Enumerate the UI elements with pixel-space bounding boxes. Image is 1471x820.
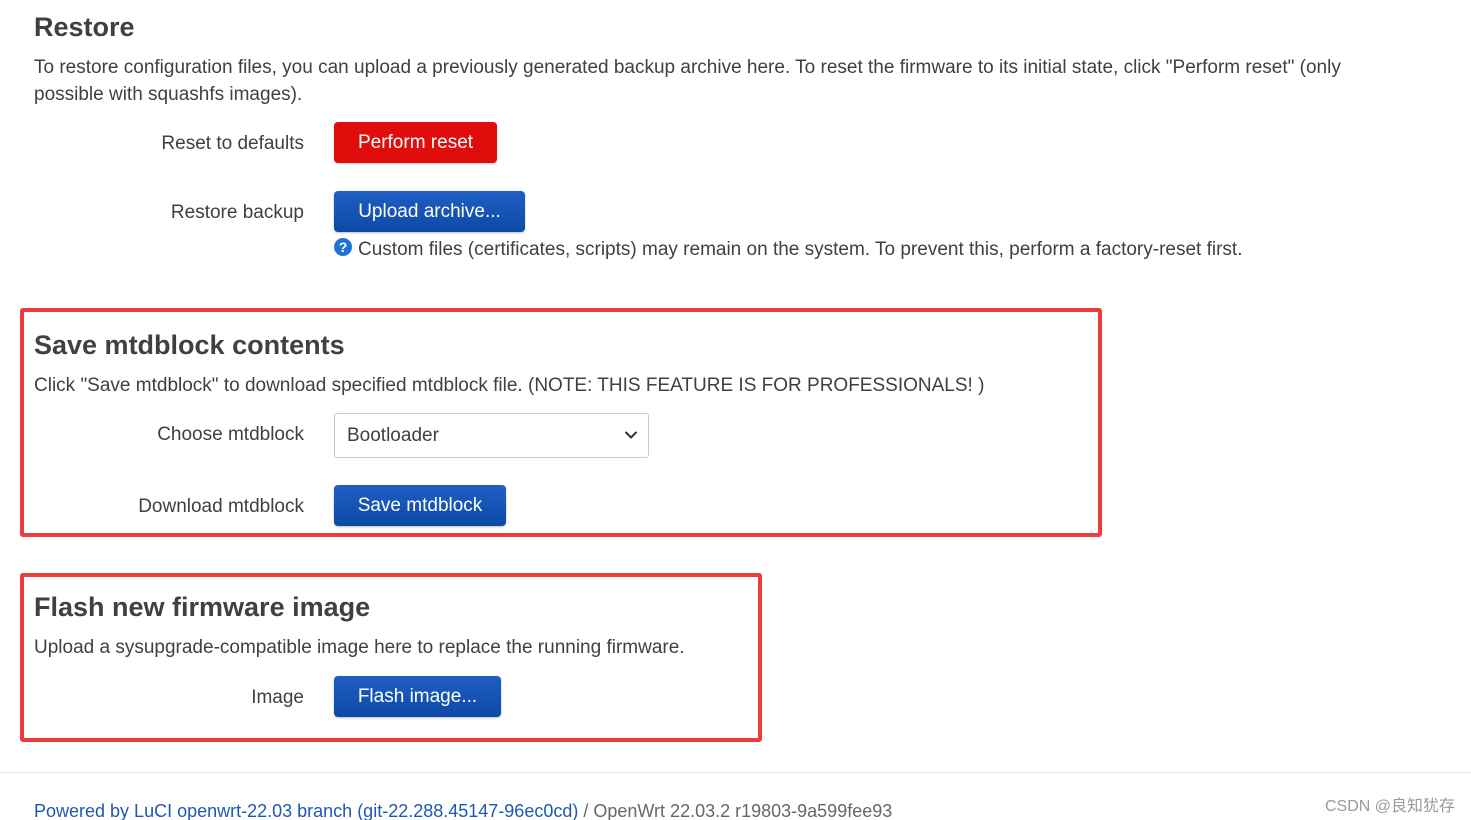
chevron-down-icon bbox=[625, 431, 637, 439]
download-mtdblock-label: Download mtdblock bbox=[138, 496, 304, 517]
openwrt-version: OpenWrt 22.03.2 r19803-9a599fee93 bbox=[593, 801, 893, 820]
luci-link[interactable]: Powered by LuCI openwrt-22.03 branch (gi… bbox=[34, 801, 578, 820]
restore-title: Restore bbox=[34, 12, 135, 42]
footer-separator: / bbox=[578, 801, 594, 820]
flash-title: Flash new firmware image bbox=[34, 592, 371, 622]
upload-archive-button[interactable]: Upload archive... bbox=[334, 191, 525, 232]
save-mtdblock-button[interactable]: Save mtdblock bbox=[334, 485, 506, 526]
csdn-watermark: CSDN @良知犹存 bbox=[1324, 798, 1455, 815]
flash-image-button[interactable]: Flash image... bbox=[334, 676, 501, 717]
perform-reset-button[interactable]: Perform reset bbox=[334, 122, 497, 163]
restore-backup-label: Restore backup bbox=[170, 202, 304, 223]
mtdblock-select[interactable]: Bootloader bbox=[334, 413, 649, 458]
restore-hint-text: Custom files (certificates, scripts) may… bbox=[358, 239, 1243, 260]
choose-mtdblock-label: Choose mtdblock bbox=[157, 424, 304, 445]
page: Restore To restore configuration files, … bbox=[0, 0, 1471, 820]
flash-description: Upload a sysupgrade-compatible image her… bbox=[34, 637, 685, 658]
restore-description: To restore configuration files, you can … bbox=[34, 57, 1341, 105]
mtdblock-description: Click "Save mtdblock" to download specif… bbox=[34, 375, 985, 396]
restore-hint: ? Custom files (certificates, scripts) ma… bbox=[334, 238, 1242, 262]
footer-divider bbox=[0, 772, 1471, 773]
mtdblock-select-value: Bootloader bbox=[347, 425, 439, 446]
mtdblock-title: Save mtdblock contents bbox=[34, 330, 345, 360]
help-icon: ? bbox=[334, 238, 352, 256]
footer: Powered by LuCI openwrt-22.03 branch (gi… bbox=[34, 800, 892, 820]
reset-label: Reset to defaults bbox=[161, 133, 304, 154]
image-label: Image bbox=[251, 687, 304, 708]
